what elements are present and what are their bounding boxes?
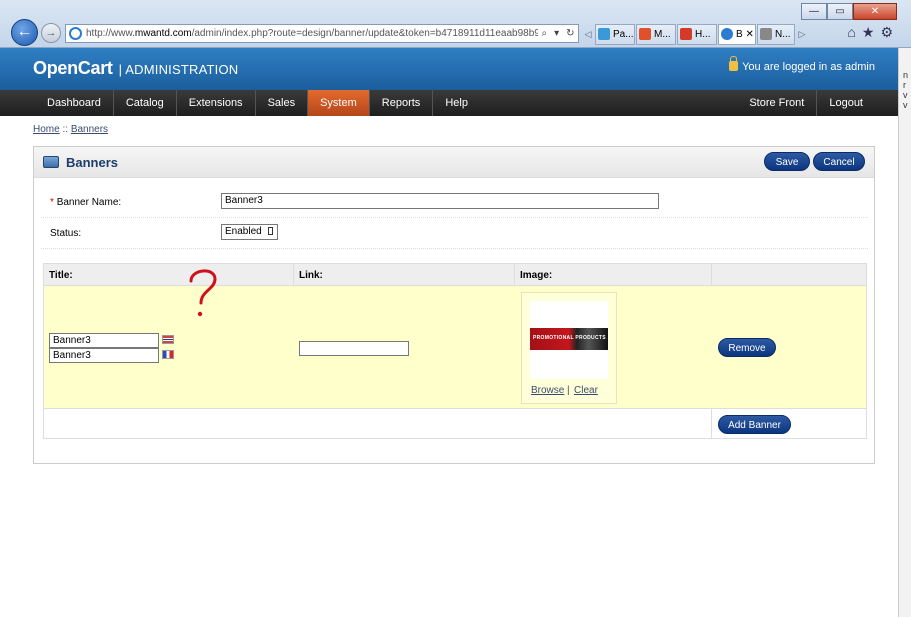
page-scrollbar[interactable]: n r v v xyxy=(898,48,911,617)
ie-icon xyxy=(69,27,82,40)
search-icon[interactable]: ⌕ xyxy=(541,28,547,39)
column-title: Title: xyxy=(49,270,73,281)
banner-edit-panel: Banners Save Cancel * Banner Name: Banne… xyxy=(33,146,875,464)
menu-right: Store Front Logout xyxy=(737,90,875,116)
browser-toolbar-icons: ⌂ ★ ⚙ xyxy=(847,24,893,41)
link-input[interactable] xyxy=(299,341,409,356)
opencart-logo[interactable]: OpenCart | ADMINISTRATION xyxy=(33,58,238,79)
breadcrumb: Home :: Banners xyxy=(33,124,109,135)
banner-thumbnail[interactable]: PROMOTIONAL PRODUCTS xyxy=(530,301,608,379)
tab-scroll-right-icon[interactable]: ▷ xyxy=(797,26,807,43)
dropdown-arrow-icon xyxy=(267,227,273,235)
settings-gear-icon[interactable]: ⚙ xyxy=(880,24,893,41)
admin-header: OpenCart | ADMINISTRATION You are logged … xyxy=(0,48,898,90)
menu-system[interactable]: System xyxy=(308,90,370,116)
banner-name-input[interactable]: Banner3 xyxy=(221,193,659,209)
page-title: Banners xyxy=(66,155,119,170)
menu-reports[interactable]: Reports xyxy=(370,90,434,116)
close-tab-icon[interactable]: ✕ xyxy=(745,29,753,40)
monitor-icon xyxy=(43,156,59,168)
maximize-button[interactable]: ▭ xyxy=(827,3,853,20)
add-banner-button[interactable]: Add Banner xyxy=(718,415,791,434)
browser-tab-active[interactable]: B ✕ xyxy=(718,24,756,45)
column-link: Link: xyxy=(299,270,323,281)
table-footer: Add Banner xyxy=(44,410,866,438)
window-controls: — ▭ ✕ xyxy=(801,3,897,20)
menu-catalog[interactable]: Catalog xyxy=(114,90,177,116)
banner-images-table: Title: Link: Image: Banner3 Banner3 PROM… xyxy=(43,263,867,439)
title-input-french[interactable]: Banner3 xyxy=(49,348,159,363)
tab-favicon xyxy=(760,28,772,41)
tab-favicon xyxy=(598,28,610,41)
favorites-star-icon[interactable]: ★ xyxy=(862,24,875,41)
lock-icon xyxy=(729,56,739,71)
back-button[interactable]: ← xyxy=(11,19,38,46)
dropdown-icon[interactable]: ▾ xyxy=(554,28,559,39)
breadcrumb-home[interactable]: Home xyxy=(33,124,60,135)
panel-header: Banners Save Cancel xyxy=(34,147,874,178)
browser-tab-2[interactable]: M... xyxy=(636,24,676,45)
status-select[interactable]: Enabled xyxy=(221,224,278,240)
banner-name-label: * Banner Name: xyxy=(50,197,122,208)
banner-image: PROMOTIONAL PRODUCTS xyxy=(530,328,608,350)
home-icon[interactable]: ⌂ xyxy=(847,24,855,41)
main-menu: Dashboard Catalog Extensions Sales Syste… xyxy=(0,90,898,116)
menu-logout[interactable]: Logout xyxy=(817,90,875,116)
title-input-english[interactable]: Banner3 xyxy=(49,333,159,348)
tab-scroll-left-icon[interactable]: ◁ xyxy=(583,26,593,43)
form-row-status: Status: Enabled xyxy=(41,218,868,249)
menu-sales[interactable]: Sales xyxy=(256,90,309,116)
table-header: Title: Link: Image: xyxy=(44,264,866,286)
remove-button[interactable]: Remove xyxy=(718,338,776,357)
browser-tab-5[interactable]: N... xyxy=(757,24,795,45)
tab-favicon xyxy=(721,28,733,41)
menu-extensions[interactable]: Extensions xyxy=(177,90,256,116)
save-button[interactable]: Save xyxy=(764,152,810,171)
login-status: You are logged in as admin xyxy=(729,56,875,73)
forward-button[interactable]: → xyxy=(41,23,61,43)
menu-store-front[interactable]: Store Front xyxy=(737,90,818,116)
browser-chrome: — ▭ ✕ ← → http://www.mwantd.com/admin/in… xyxy=(0,0,911,48)
address-url: http://www.mwantd.com/admin/index.php?ro… xyxy=(86,28,538,39)
tab-favicon xyxy=(639,28,651,41)
refresh-icon[interactable]: ↻ xyxy=(566,28,574,39)
tab-favicon xyxy=(680,28,692,41)
cancel-button[interactable]: Cancel xyxy=(813,152,865,171)
address-bar[interactable]: http://www.mwantd.com/admin/index.php?ro… xyxy=(65,24,579,43)
minimize-button[interactable]: — xyxy=(801,3,827,20)
close-window-button[interactable]: ✕ xyxy=(853,3,897,20)
question-mark-annotation xyxy=(189,269,217,317)
menu-dashboard[interactable]: Dashboard xyxy=(35,90,114,116)
clear-link[interactable]: Clear xyxy=(574,385,598,396)
breadcrumb-banners[interactable]: Banners xyxy=(71,124,108,135)
status-label: Status: xyxy=(50,228,82,239)
browse-link[interactable]: Browse xyxy=(531,385,564,396)
form-row-banner-name: * Banner Name: Banner3 xyxy=(41,187,868,218)
french-flag-icon xyxy=(162,350,174,359)
english-flag-icon xyxy=(162,335,174,344)
menu-help[interactable]: Help xyxy=(433,90,480,116)
browser-tab-1[interactable]: Pa... xyxy=(595,24,635,45)
column-image: Image: xyxy=(520,270,553,281)
address-tools: ⌕ ▾ ↻ xyxy=(538,28,578,39)
table-row: Banner3 Banner3 PROMOTIONAL PRODUCTS Bro… xyxy=(44,286,866,409)
image-preview-box: PROMOTIONAL PRODUCTS Browse | Clear xyxy=(521,292,617,404)
page-viewport: OpenCart | ADMINISTRATION You are logged … xyxy=(0,48,898,617)
browser-tab-3[interactable]: H... xyxy=(677,24,717,45)
